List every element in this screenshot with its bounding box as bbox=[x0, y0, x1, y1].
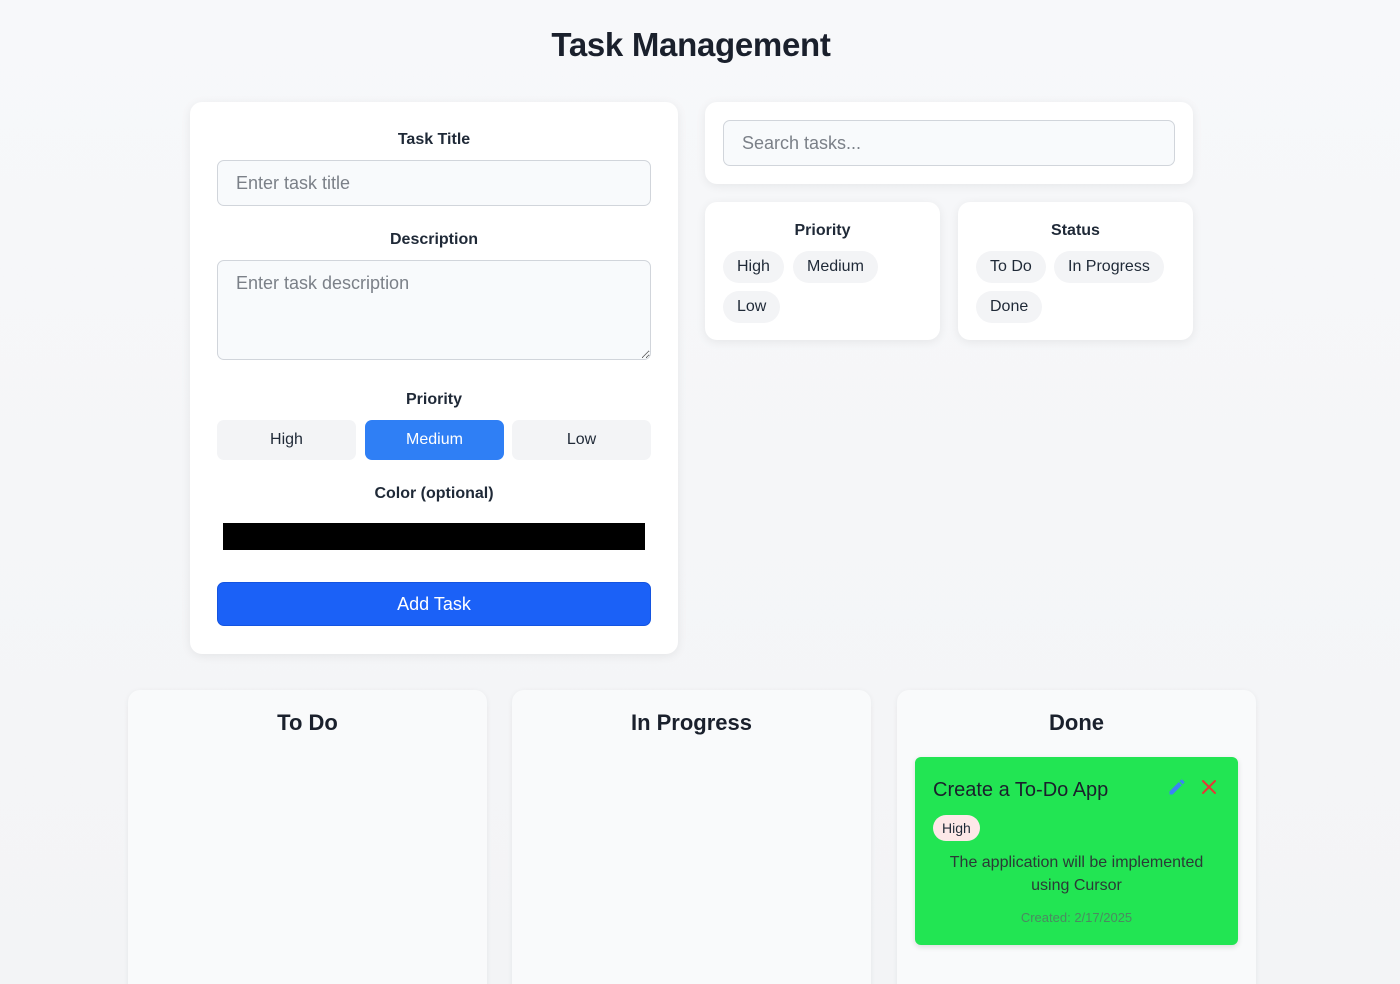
task-card[interactable]: Create a To-Do App High The application … bbox=[915, 757, 1238, 945]
pencil-icon[interactable] bbox=[1167, 777, 1187, 797]
task-title-label: Task Title bbox=[397, 131, 471, 148]
status-filter: Status To Do In Progress Done bbox=[958, 202, 1193, 340]
priority-high-button[interactable]: High bbox=[217, 420, 356, 460]
add-task-form: Task Title Description Priority High Med… bbox=[190, 102, 678, 654]
column-todo[interactable]: To Do bbox=[128, 690, 487, 984]
column-title: Done bbox=[1049, 710, 1104, 735]
color-label: Color (optional) bbox=[374, 485, 494, 502]
column-title: To Do bbox=[277, 710, 338, 735]
description-label: Description bbox=[389, 231, 478, 248]
task-created-date: Created: 2/17/2025 bbox=[1020, 910, 1133, 925]
close-icon[interactable] bbox=[1199, 777, 1219, 797]
status-filter-title: Status bbox=[1051, 222, 1100, 239]
priority-low-button[interactable]: Low bbox=[512, 420, 651, 460]
page-title: Task Management bbox=[551, 26, 831, 63]
filter-status-todo[interactable]: To Do bbox=[976, 251, 1046, 283]
task-title: Create a To-Do App bbox=[933, 779, 1109, 801]
priority-medium-button[interactable]: Medium bbox=[365, 420, 504, 460]
filter-status-in-progress[interactable]: In Progress bbox=[1054, 251, 1164, 283]
task-description-input[interactable] bbox=[217, 260, 651, 360]
priority-label: Priority bbox=[405, 391, 462, 408]
search-card bbox=[705, 102, 1193, 184]
priority-badge: High bbox=[933, 815, 980, 841]
priority-filter-title: Priority bbox=[794, 222, 851, 239]
filter-priority-medium[interactable]: Medium bbox=[793, 251, 878, 283]
task-description: The application will be implemented usin… bbox=[949, 854, 1204, 894]
column-in-progress[interactable]: In Progress bbox=[512, 690, 871, 984]
color-picker[interactable] bbox=[223, 523, 645, 550]
priority-filter: Priority High Medium Low bbox=[705, 202, 940, 340]
task-title-input[interactable] bbox=[217, 160, 651, 206]
filter-priority-high[interactable]: High bbox=[723, 251, 784, 283]
column-title: In Progress bbox=[630, 710, 753, 735]
filter-priority-low[interactable]: Low bbox=[723, 291, 781, 323]
add-task-button[interactable]: Add Task bbox=[217, 582, 651, 626]
column-done[interactable]: Done Create a To-Do App High The applica… bbox=[897, 690, 1256, 984]
filter-status-done[interactable]: Done bbox=[976, 291, 1043, 323]
search-input[interactable] bbox=[723, 120, 1175, 166]
